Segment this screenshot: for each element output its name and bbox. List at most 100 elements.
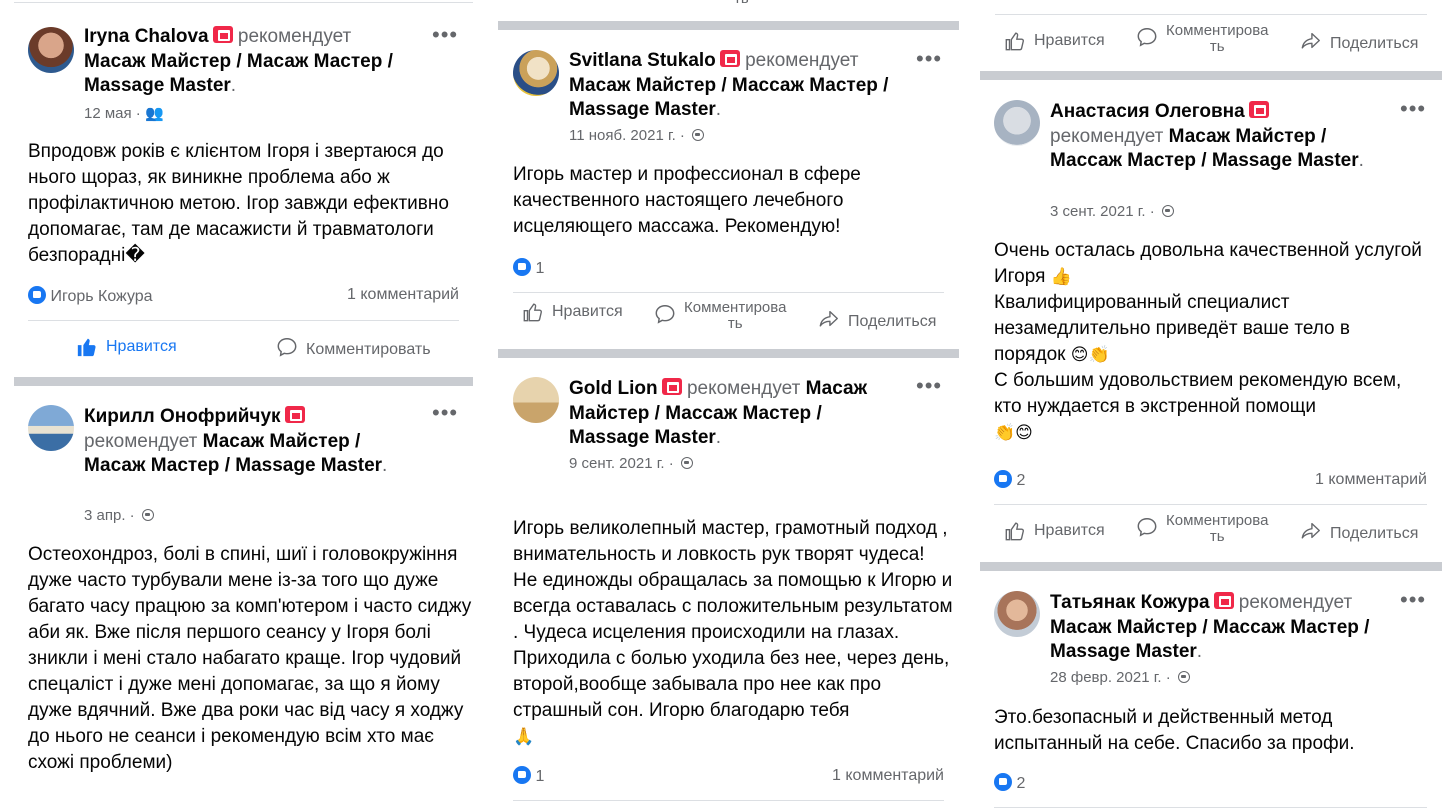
share-icon [1300,520,1322,547]
like-label: Нравится [552,303,623,320]
share-button[interactable]: Поделиться [818,308,936,335]
page-link[interactable]: Масаж Майстер / Массаж Мастер / Massage … [1050,617,1369,663]
friends-privacy-icon: 👥 [144,105,164,122]
divider [513,800,944,801]
like-button[interactable]: Нравится [522,301,623,323]
recommend-badge-icon [212,26,233,43]
comments-count[interactable]: 1 комментарий [347,286,459,304]
divider [995,14,1427,15]
post-separator [498,349,959,358]
recommends-label: рекомендует [686,378,801,399]
like-button[interactable]: Нравится [1004,30,1105,52]
globe-icon [141,509,154,521]
comment-icon [1136,26,1158,53]
comment-label-a: Комментирова [1166,512,1269,529]
cutoff-text: ть [734,0,749,7]
like-button[interactable]: Нравится [76,336,177,358]
divider [28,320,459,321]
comment-icon [654,303,676,330]
comments-count[interactable]: 1 комментарий [832,767,944,785]
reactions-summary[interactable]: 1 [513,258,544,278]
more-options-icon[interactable]: ••• [432,402,458,424]
comment-label: Комментировать [306,340,431,358]
author-name[interactable]: Анастасия Олеговна [1050,101,1245,122]
reactions-summary[interactable]: Игорь Кожура [28,286,153,306]
author-name[interactable]: Кирилл Онофрийчук [84,406,281,427]
recommend-badge-icon [661,378,682,395]
more-options-icon[interactable]: ••• [1400,589,1426,611]
thumbs-up-emoji-icon: 👍 [1050,267,1072,286]
folded-hands-emoji-icon: 🙏 [513,727,535,746]
avatar[interactable] [513,377,559,423]
recommends-label: рекомендует [84,430,198,452]
like-button[interactable]: Нравится [1004,520,1105,542]
recommends-label: рекомендует [1238,592,1353,613]
more-options-icon[interactable]: ••• [916,48,942,70]
post-text: Игорь великолепный мастер, грамотный под… [513,518,953,721]
comment-icon [276,336,298,363]
avatar[interactable] [994,100,1040,146]
post-date[interactable]: 28 февр. 2021 г. [1050,669,1162,686]
thumbs-up-icon [1004,30,1026,52]
smile-clap-emoji-icon: 😊👏 [1070,345,1110,364]
share-label: Поделиться [1330,524,1419,542]
avatar[interactable] [28,27,74,73]
avatar[interactable] [28,405,74,451]
like-count: 1 [535,260,545,277]
comment-button[interactable]: Комментировать [1136,23,1268,55]
like-count: 2 [1016,775,1026,792]
recommends-label: рекомендует [745,50,859,71]
post-date[interactable]: 11 нояб. 2021 г. [569,127,676,144]
recommend-badge-icon [1248,101,1269,118]
comment-button[interactable]: Комментировать [1136,513,1268,545]
post-text: Впродовж років є клієнтом Ігоря і зверта… [28,141,449,266]
share-button[interactable]: Поделиться [1300,520,1418,547]
post-separator [980,562,1442,571]
reactions-summary[interactable]: 2 [994,773,1025,793]
thumbs-up-filled-icon [76,336,98,358]
comment-button[interactable]: Комментировать [276,336,431,363]
more-options-icon[interactable]: ••• [1400,98,1426,120]
globe-icon [1177,671,1190,683]
comment-label-a: Комментирова [1166,22,1269,39]
thumbs-up-icon [522,301,544,323]
author-name[interactable]: Iryna Chalova [84,26,209,47]
thumbs-up-icon [1004,520,1026,542]
post-date[interactable]: 12 мая [84,105,132,122]
author-name[interactable]: Svitlana Stukalo [569,50,716,71]
recommends-label: рекомендует [1050,125,1164,147]
like-reaction-icon [513,258,531,276]
like-reaction-icon [28,286,46,304]
post-date[interactable]: 3 апр. [84,507,125,524]
more-options-icon[interactable]: ••• [432,24,458,46]
avatar[interactable] [513,50,559,96]
avatar[interactable] [994,591,1040,637]
author-name[interactable]: Татьянак Кожура [1050,592,1210,613]
recommend-badge-icon [1213,592,1234,609]
post-separator [980,71,1442,80]
comment-button[interactable]: Комментировать [654,300,786,332]
post-separator [14,377,473,386]
author-name[interactable]: Gold Lion [569,378,658,399]
like-count: 2 [1016,472,1026,489]
like-reaction-icon [513,766,531,784]
share-button[interactable]: Поделиться [1300,30,1418,57]
post-separator [498,21,959,30]
divider [14,2,473,3]
reactions-summary[interactable]: 1 [513,766,544,786]
post-text-3: С большим удовольствием рекомендую всем,… [994,370,1402,417]
post-date[interactable]: 3 сент. 2021 г. [1050,203,1146,220]
globe-icon [1161,205,1174,217]
comment-icon [1136,516,1158,543]
globe-icon [692,129,705,141]
reactions-summary[interactable]: 2 [994,470,1025,490]
recommend-badge-icon [284,406,305,423]
post-date[interactable]: 9 сент. 2021 г. [569,455,665,472]
feed-column-1: Iryna Chalova рекомендует Масаж Майстер … [14,0,473,812]
page-link[interactable]: Масаж Майстер / Массаж Мастер / Massage … [569,75,888,121]
more-options-icon[interactable]: ••• [916,375,942,397]
comments-count[interactable]: 1 комментарий [1315,471,1427,489]
share-icon [818,308,840,335]
page-link[interactable]: Масаж Майстер / Масаж Мастер / Massage M… [84,51,393,97]
comment-label-b: ть [1209,38,1225,55]
